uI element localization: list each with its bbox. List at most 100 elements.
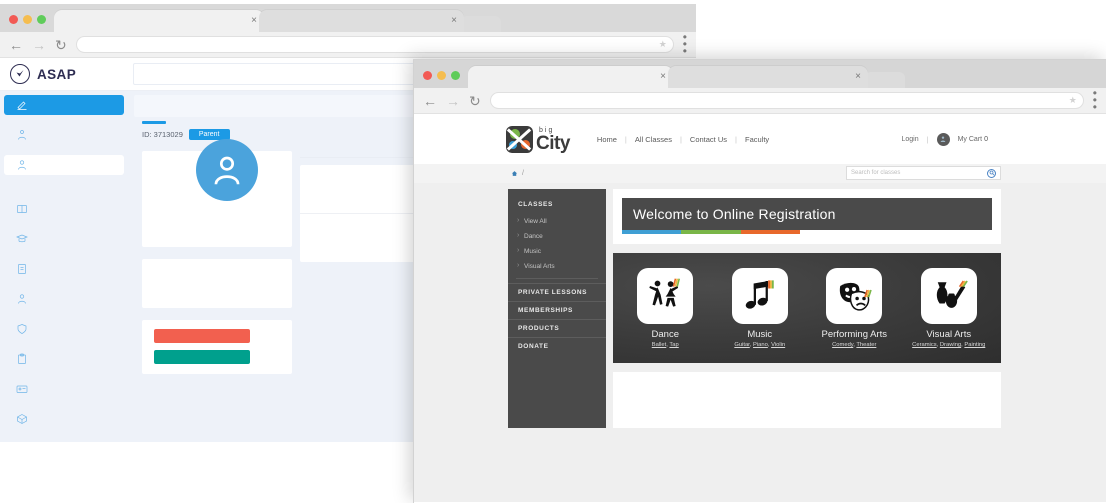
sub-link[interactable]: Painting — [964, 342, 985, 348]
sidebar-item-person[interactable] — [4, 289, 124, 309]
forward-icon[interactable]: → — [32, 38, 46, 52]
sidebar-item-classes[interactable] — [4, 229, 124, 249]
cart-count: 0 — [984, 135, 988, 143]
sub-link[interactable]: Drawing — [940, 342, 961, 348]
reload-icon[interactable]: ↻ — [55, 38, 67, 52]
sidebar-item-inventory[interactable] — [4, 409, 124, 429]
nav-item-home[interactable]: Home — [597, 135, 617, 144]
sidebar-item-discounts[interactable] — [4, 439, 124, 444]
search-icon[interactable] — [987, 168, 996, 178]
sub-link[interactable]: Theater — [856, 342, 876, 348]
sub-link[interactable]: Ballet — [652, 342, 667, 348]
kebab-menu-icon[interactable]: • • • — [1093, 87, 1097, 114]
menu-item-view-all[interactable]: View All — [508, 214, 606, 229]
dancers-icon — [649, 278, 681, 307]
secondary-action-button[interactable] — [154, 350, 250, 364]
category-board: Dance Ballet, Tap Music Guitar, Piano, V… — [613, 253, 1001, 363]
minimize-window-dot[interactable] — [437, 71, 446, 80]
bigcity-breadcrumb-bar: / Search for classes — [414, 164, 1106, 183]
new-tab-button[interactable] — [865, 72, 905, 88]
new-tab-button[interactable] — [461, 16, 501, 32]
sub-link[interactable]: Piano — [753, 342, 768, 348]
category-card-dance[interactable]: Dance Ballet, Tap — [625, 268, 705, 348]
banner-color-stripe — [622, 230, 800, 234]
menu-item-memberships[interactable]: MEMBERSHIPS — [508, 301, 606, 319]
bigcity-tab-1[interactable]: × — [468, 66, 673, 88]
bigcity-tab-2[interactable]: × — [668, 66, 868, 88]
reload-icon[interactable]: ↻ — [469, 94, 481, 108]
category-card-performing-arts[interactable]: Performing Arts Comedy, Theater — [814, 268, 894, 348]
category-card-music[interactable]: Music Guitar, Piano, Violin — [720, 268, 800, 348]
menu-item-products[interactable]: PRODUCTS — [508, 319, 606, 337]
asap-address-bar[interactable]: ★ — [75, 36, 674, 53]
category-card-visual-arts[interactable]: Visual Arts Ceramics, Drawing, Painting — [909, 268, 989, 348]
star-icon[interactable]: ★ — [659, 39, 667, 50]
search-input[interactable]: Search for classes — [851, 170, 900, 176]
theater-masks-icon — [840, 282, 872, 311]
sidebar-item-security[interactable] — [4, 319, 124, 339]
close-window-dot[interactable] — [423, 71, 432, 80]
category-subs: Ceramics, Drawing, Painting — [912, 342, 986, 348]
user-icon[interactable] — [936, 132, 950, 146]
sidebar-item-clipboard[interactable] — [4, 349, 124, 369]
sub-link[interactable]: Comedy — [832, 342, 853, 348]
asap-tab-1[interactable]: × — [54, 10, 264, 32]
cart-link[interactable]: My Cart 0 — [958, 136, 988, 143]
menu-item-donate[interactable]: DONATE — [508, 337, 606, 355]
bigcity-search-box[interactable]: Search for classes — [846, 166, 1001, 180]
back-icon[interactable]: ← — [9, 38, 23, 52]
vase-brush-icon — [936, 280, 968, 308]
bigcity-address-bar[interactable]: ★ — [489, 92, 1084, 109]
minimize-window-dot[interactable] — [23, 15, 32, 24]
nav-separator: | — [679, 134, 682, 144]
bigcity-tab-bar: × × — [414, 60, 1106, 88]
bigcity-columns: CLASSES View All Dance Music Visual Arts… — [414, 183, 1106, 428]
nav-item-faculty[interactable]: Faculty — [745, 135, 769, 144]
zoom-window-dot[interactable] — [37, 15, 46, 24]
kebab-menu-icon[interactable]: • • • — [683, 31, 687, 58]
asap-tab-2[interactable]: × — [259, 10, 464, 32]
login-link[interactable]: Login — [902, 136, 919, 143]
menu-item-visual-arts[interactable]: Visual Arts — [508, 259, 606, 274]
profile-secondary-card[interactable] — [142, 259, 292, 308]
sub-link[interactable]: Guitar — [734, 342, 749, 348]
sidebar-item-family[interactable] — [4, 125, 124, 145]
category-name: Dance — [651, 329, 679, 340]
zoom-window-dot[interactable] — [451, 71, 460, 80]
sidebar-item-documents[interactable] — [4, 259, 124, 279]
nav-item-all-classes[interactable]: All Classes — [635, 135, 672, 144]
sidebar-item-pencil[interactable] — [4, 95, 124, 115]
menu-item-dance[interactable]: Dance — [508, 229, 606, 244]
sub-link[interactable]: Tap — [669, 342, 678, 348]
back-icon[interactable]: ← — [423, 94, 437, 108]
close-icon[interactable]: × — [251, 16, 257, 26]
id-card-icon — [16, 385, 28, 393]
bigcity-logo[interactable]: big City — [506, 125, 570, 153]
category-name: Visual Arts — [926, 329, 972, 340]
menu-divider — [516, 278, 598, 279]
category-subs: Ballet, Tap — [651, 342, 679, 348]
close-window-dot[interactable] — [9, 15, 18, 24]
asap-logo[interactable]: ASAP — [0, 64, 133, 84]
sidebar-item-book[interactable] — [4, 199, 124, 219]
clipboard-icon — [18, 353, 26, 364]
menu-item-music[interactable]: Music — [508, 244, 606, 259]
nav-separator: | — [624, 134, 627, 144]
sub-link[interactable]: Ceramics — [912, 342, 936, 348]
close-icon[interactable]: × — [855, 72, 861, 82]
nav-item-contact-us[interactable]: Contact Us — [690, 135, 727, 144]
sidebar-item-student[interactable] — [4, 155, 124, 175]
shield-icon — [17, 324, 27, 334]
sidebar-divider — [0, 185, 128, 199]
forward-icon[interactable]: → — [446, 94, 460, 108]
family-icon — [18, 130, 26, 140]
close-icon[interactable]: × — [451, 16, 457, 26]
close-icon[interactable]: × — [660, 72, 666, 82]
home-icon[interactable] — [511, 170, 518, 177]
star-icon[interactable]: ★ — [1069, 95, 1077, 106]
sidebar-item-id-card[interactable] — [4, 379, 124, 399]
category-tile — [731, 268, 788, 324]
sub-link[interactable]: Violin — [771, 342, 785, 348]
primary-action-button[interactable] — [154, 329, 250, 343]
menu-item-private-lessons[interactable]: PRIVATE LESSONS — [508, 283, 606, 301]
